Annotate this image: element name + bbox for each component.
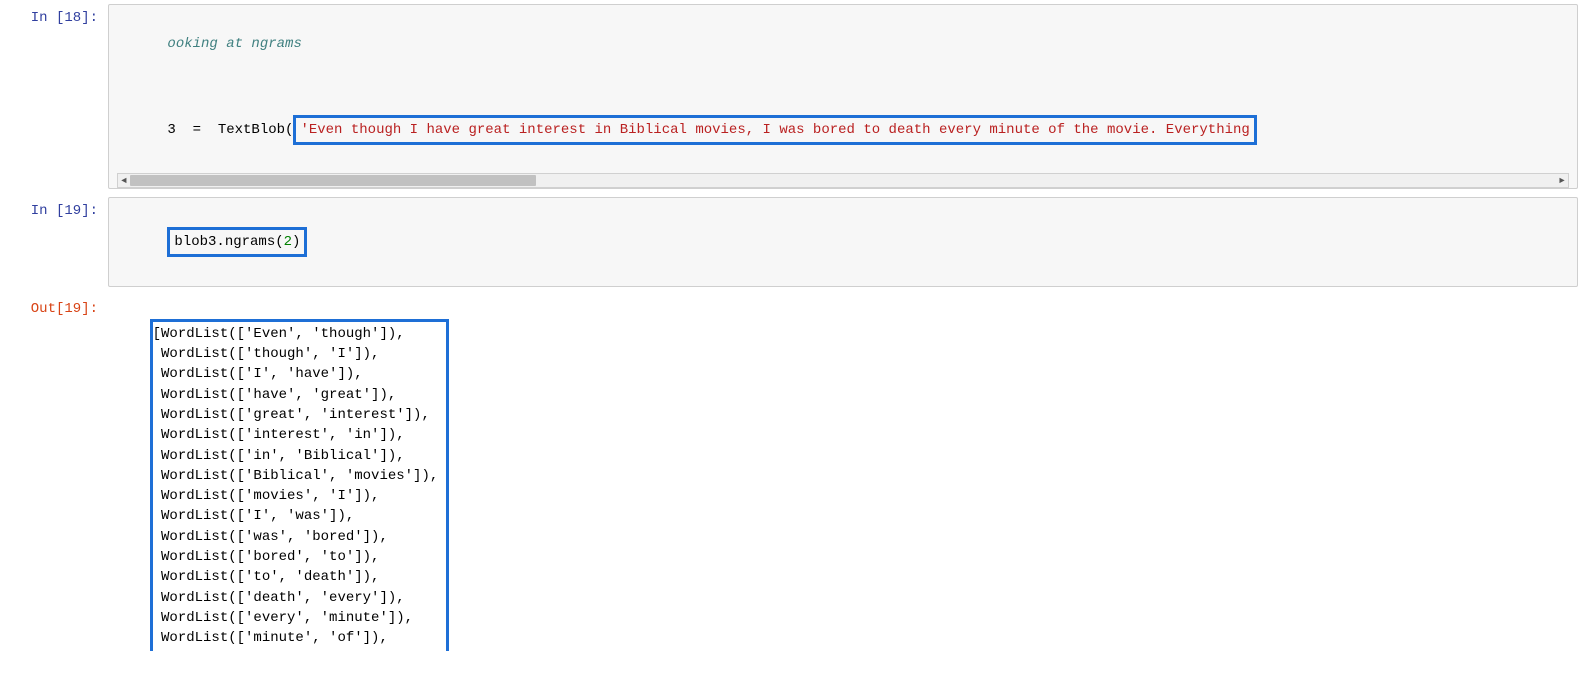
output-line: WordList(['minute', 'of']), — [153, 628, 439, 648]
output-line: WordList(['was', 'bored']), — [153, 527, 439, 547]
input-area-18[interactable]: ooking at ngrams 3 = TextBlob('Even thou… — [108, 4, 1578, 189]
scroll-right-arrow-icon[interactable]: ► — [1556, 174, 1568, 187]
scroll-thumb[interactable] — [130, 175, 536, 186]
string-literal-highlighted: 'Even though I have great interest in Bi… — [293, 115, 1256, 145]
output-line: WordList(['death', 'every']), — [153, 588, 439, 608]
output-area-19: [WordList(['Even', 'though']), WordList(… — [108, 295, 1578, 675]
code-fragment: 3 = TextBlob( — [167, 122, 293, 138]
output-highlighted: [WordList(['Even', 'though']), WordList(… — [150, 319, 450, 651]
output-line: [WordList(['Even', 'though']), — [153, 324, 439, 344]
in-prompt-18: In [18]: — [0, 4, 108, 32]
output-line: WordList(['Biblical', 'movies']), — [153, 466, 439, 486]
output-line: WordList(['in', 'Biblical']), — [153, 446, 439, 466]
code-call-highlighted: blob3.ngrams(2) — [167, 227, 307, 257]
output-cell-19: Out[19]: [WordList(['Even', 'though']), … — [0, 295, 1578, 675]
input-area-19[interactable]: blob3.ngrams(2) — [108, 197, 1578, 286]
horizontal-scrollbar[interactable]: ◄ ► — [117, 173, 1569, 188]
in-prompt-19: In [19]: — [0, 197, 108, 225]
output-line: WordList(['every', 'minute']), — [153, 608, 439, 628]
out-prompt-19: Out[19]: — [0, 295, 108, 323]
output-line: WordList(['great', 'interest']), — [153, 405, 439, 425]
scroll-left-arrow-icon[interactable]: ◄ — [118, 174, 130, 187]
output-line: WordList(['I', 'was']), — [153, 506, 439, 526]
output-line: WordList(['interest', 'in']), — [153, 425, 439, 445]
code-cell-19: In [19]: blob3.ngrams(2) — [0, 197, 1578, 286]
code-cell-18: In [18]: ooking at ngrams 3 = TextBlob('… — [0, 4, 1578, 189]
output-line: WordList(['to', 'death']), — [153, 567, 439, 587]
code-call-prefix: blob3.ngrams( — [174, 234, 283, 250]
output-line: WordList(['though', 'I']), — [153, 344, 439, 364]
comment-text: ooking at ngrams — [167, 36, 301, 52]
code-call-arg: 2 — [284, 234, 292, 250]
output-line: WordList(['have', 'great']), — [153, 385, 439, 405]
output-line: WordList(['movies', 'I']), — [153, 486, 439, 506]
output-line: WordList(['bored', 'to']), — [153, 547, 439, 567]
code-call-suffix: ) — [292, 234, 300, 250]
output-line: WordList(['I', 'have']), — [153, 364, 439, 384]
